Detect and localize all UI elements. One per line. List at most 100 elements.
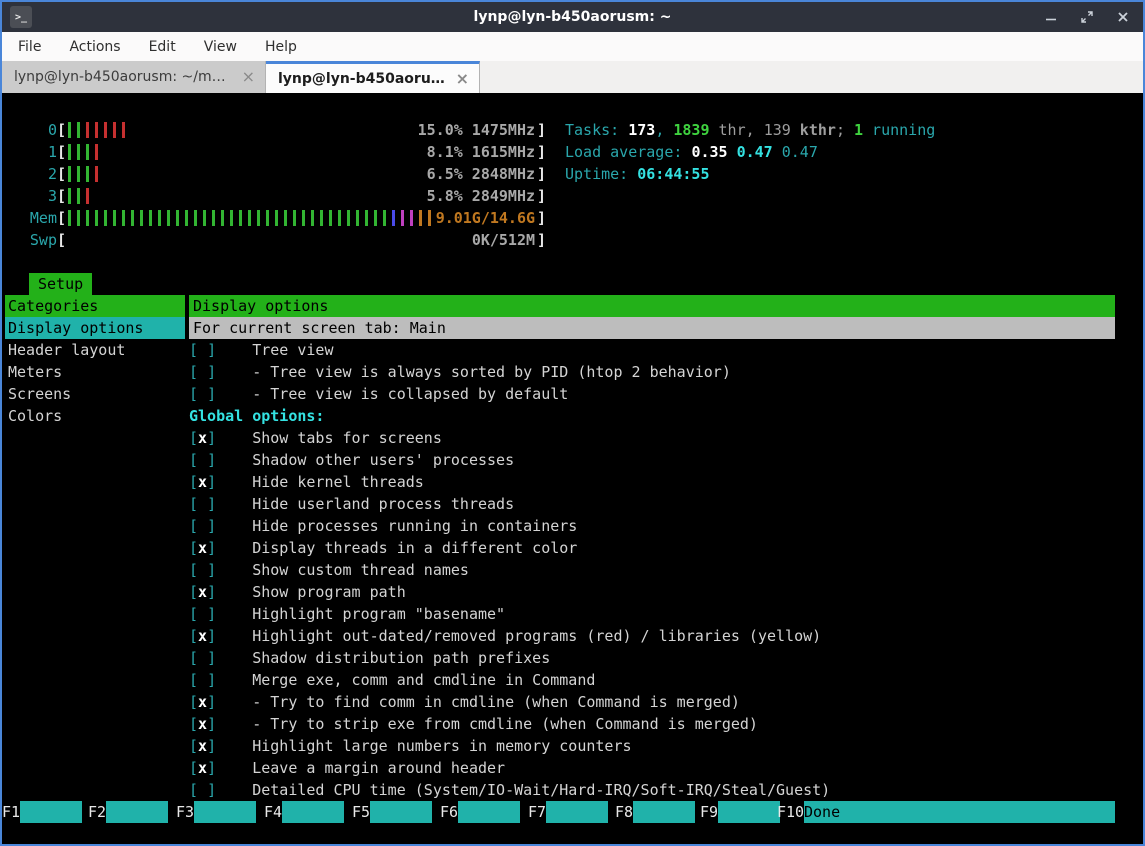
option-row[interactable]: [ ] - Tree view is always sorted by PID … bbox=[189, 361, 1115, 383]
option-row[interactable]: [ ] Detailed CPU time (System/IO-Wait/Ha… bbox=[189, 779, 1115, 801]
fn-key-f7[interactable]: F7 bbox=[528, 801, 546, 823]
green-tick bbox=[77, 210, 80, 226]
fn-label-f9[interactable] bbox=[718, 801, 780, 823]
option-row[interactable]: [ ] Shadow distribution path prefixes bbox=[189, 647, 1115, 669]
checkbox[interactable]: [ bbox=[189, 715, 198, 733]
menu-item-help[interactable]: Help bbox=[257, 37, 305, 57]
app-icon-glyph: >_ bbox=[15, 12, 27, 23]
checkbox[interactable]: [ bbox=[189, 649, 198, 667]
function-key-bar: F1 F2 F3 F4 F5 F6 F7 F8 F9 F10Done bbox=[2, 801, 1143, 823]
fn-key-f10[interactable]: F10 bbox=[777, 801, 804, 823]
magenta-tick bbox=[401, 210, 404, 226]
option-row[interactable]: [ ] Hide processes running in containers bbox=[189, 515, 1115, 537]
option-row[interactable]: [ ] Shadow other users' processes bbox=[189, 449, 1115, 471]
green-tick bbox=[257, 210, 260, 226]
fn-label-f10[interactable]: Done bbox=[804, 801, 1115, 823]
terminal-tab-1[interactable]: lynp@lyn-b450aorusm: ~/manual× bbox=[2, 61, 266, 93]
option-label: Hide userland process threads bbox=[252, 495, 514, 513]
checkbox[interactable]: [ bbox=[189, 341, 198, 359]
meter-label: Mem bbox=[12, 207, 57, 229]
fn-key-f4[interactable]: F4 bbox=[264, 801, 282, 823]
checkbox[interactable]: [ bbox=[189, 539, 198, 557]
checkbox[interactable]: [ bbox=[189, 561, 198, 579]
terminal-tab-2[interactable]: lynp@lyn-b450aorusm: ~× bbox=[266, 61, 480, 93]
tasks-line: Tasks: 173, 1839 thr, 139 kthr; 1 runnin… bbox=[565, 119, 935, 141]
fn-key-f9[interactable]: F9 bbox=[700, 801, 718, 823]
checkbox[interactable]: [ bbox=[189, 583, 198, 601]
checkbox[interactable]: [ bbox=[189, 781, 198, 799]
option-row[interactable]: [ ] Hide userland process threads bbox=[189, 493, 1115, 515]
option-row[interactable]: [ ] Show custom thread names bbox=[189, 559, 1115, 581]
terminal-window: >_ lynp@lyn-b450aorusm: ~ File Actions Edi… bbox=[0, 0, 1145, 846]
close-button[interactable] bbox=[1115, 9, 1131, 25]
meter-label: Swp bbox=[12, 229, 57, 251]
fn-key-f5[interactable]: F5 bbox=[352, 801, 370, 823]
categories-header: Categories bbox=[5, 295, 185, 317]
fn-label-f8[interactable] bbox=[633, 801, 695, 823]
option-row[interactable]: [ ] Tree view bbox=[189, 339, 1115, 361]
green-tick bbox=[203, 210, 206, 226]
menu-item-actions[interactable]: Actions bbox=[61, 37, 128, 57]
checkbox[interactable]: [ bbox=[189, 671, 198, 689]
checkbox[interactable]: [ bbox=[189, 385, 198, 403]
red-tick bbox=[122, 122, 125, 138]
memory-meter: Mem[9.01G/14.6G] bbox=[12, 207, 546, 229]
option-row[interactable]: [x] Hide kernel threads bbox=[189, 471, 1115, 493]
option-row[interactable]: [x] Show program path bbox=[189, 581, 1115, 603]
category-item-header-layout[interactable]: Header layout bbox=[5, 339, 185, 361]
terminal-screen[interactable]: 0[15.0% 1475MHz]1[8.1% 1615MHz]2[6.5% 28… bbox=[2, 93, 1143, 844]
green-tick bbox=[320, 210, 323, 226]
option-row[interactable]: [ ] Merge exe, comm and cmdline in Comma… bbox=[189, 669, 1115, 691]
option-row[interactable]: [ ] Highlight program "basename" bbox=[189, 603, 1115, 625]
option-row[interactable]: [x] Highlight out-dated/removed programs… bbox=[189, 625, 1115, 647]
window-controls bbox=[1043, 2, 1131, 32]
category-item-colors[interactable]: Colors bbox=[5, 405, 185, 427]
checkbox[interactable]: [ bbox=[189, 759, 198, 777]
checkbox[interactable]: [ bbox=[189, 693, 198, 711]
menu-item-view[interactable]: View bbox=[196, 37, 245, 57]
fn-label-f2[interactable] bbox=[106, 801, 168, 823]
minimize-button[interactable] bbox=[1043, 9, 1059, 25]
fn-key-f1[interactable]: F1 bbox=[2, 801, 20, 823]
checkbox[interactable]: [ bbox=[189, 627, 198, 645]
fn-label-f7[interactable] bbox=[546, 801, 608, 823]
checkbox[interactable]: [ bbox=[189, 737, 198, 755]
option-row[interactable]: [x] Display threads in a different color bbox=[189, 537, 1115, 559]
fn-label-f4[interactable] bbox=[282, 801, 344, 823]
titlebar[interactable]: >_ lynp@lyn-b450aorusm: ~ bbox=[2, 2, 1143, 32]
swap-meter-value: 0K/512M bbox=[472, 229, 535, 251]
option-row[interactable]: [x] Highlight large numbers in memory co… bbox=[189, 735, 1115, 757]
fn-key-f8[interactable]: F8 bbox=[615, 801, 633, 823]
checkbox[interactable]: [ bbox=[189, 495, 198, 513]
cpu-meter-value: 5.8% 2849MHz bbox=[427, 185, 535, 207]
checkbox[interactable]: [ bbox=[189, 363, 198, 381]
fn-key-f2[interactable]: F2 bbox=[88, 801, 106, 823]
option-row[interactable]: [ ] - Tree view is collapsed by default bbox=[189, 383, 1115, 405]
fn-label-f5[interactable] bbox=[370, 801, 432, 823]
green-tick bbox=[77, 144, 80, 160]
maximize-button[interactable] bbox=[1079, 9, 1095, 25]
checkbox[interactable]: [ bbox=[189, 473, 198, 491]
category-item-screens[interactable]: Screens bbox=[5, 383, 185, 405]
checkbox[interactable]: [ bbox=[189, 517, 198, 535]
checkbox[interactable]: [ bbox=[189, 451, 198, 469]
tab-close-icon[interactable]: × bbox=[242, 69, 255, 85]
option-row[interactable]: [x] Show tabs for screens bbox=[189, 427, 1115, 449]
menu-item-file[interactable]: File bbox=[10, 37, 49, 57]
fn-key-f3[interactable]: F3 bbox=[176, 801, 194, 823]
category-item-display-options[interactable]: Display options bbox=[5, 317, 185, 339]
option-row[interactable]: [x] - Try to strip exe from cmdline (whe… bbox=[189, 713, 1115, 735]
fn-label-f3[interactable] bbox=[194, 801, 256, 823]
option-row[interactable]: [x] Leave a margin around header bbox=[189, 757, 1115, 779]
tab-close-icon[interactable]: × bbox=[456, 71, 469, 87]
option-row[interactable]: [x] - Try to find comm in cmdline (when … bbox=[189, 691, 1115, 713]
fn-label-f6[interactable] bbox=[458, 801, 520, 823]
green-tick bbox=[356, 210, 359, 226]
fn-key-f6[interactable]: F6 bbox=[440, 801, 458, 823]
category-item-meters[interactable]: Meters bbox=[5, 361, 185, 383]
green-tick bbox=[68, 166, 71, 182]
fn-label-f1[interactable] bbox=[20, 801, 82, 823]
menu-item-edit[interactable]: Edit bbox=[141, 37, 184, 57]
checkbox[interactable]: [ bbox=[189, 605, 198, 623]
checkbox[interactable]: [ bbox=[189, 429, 198, 447]
